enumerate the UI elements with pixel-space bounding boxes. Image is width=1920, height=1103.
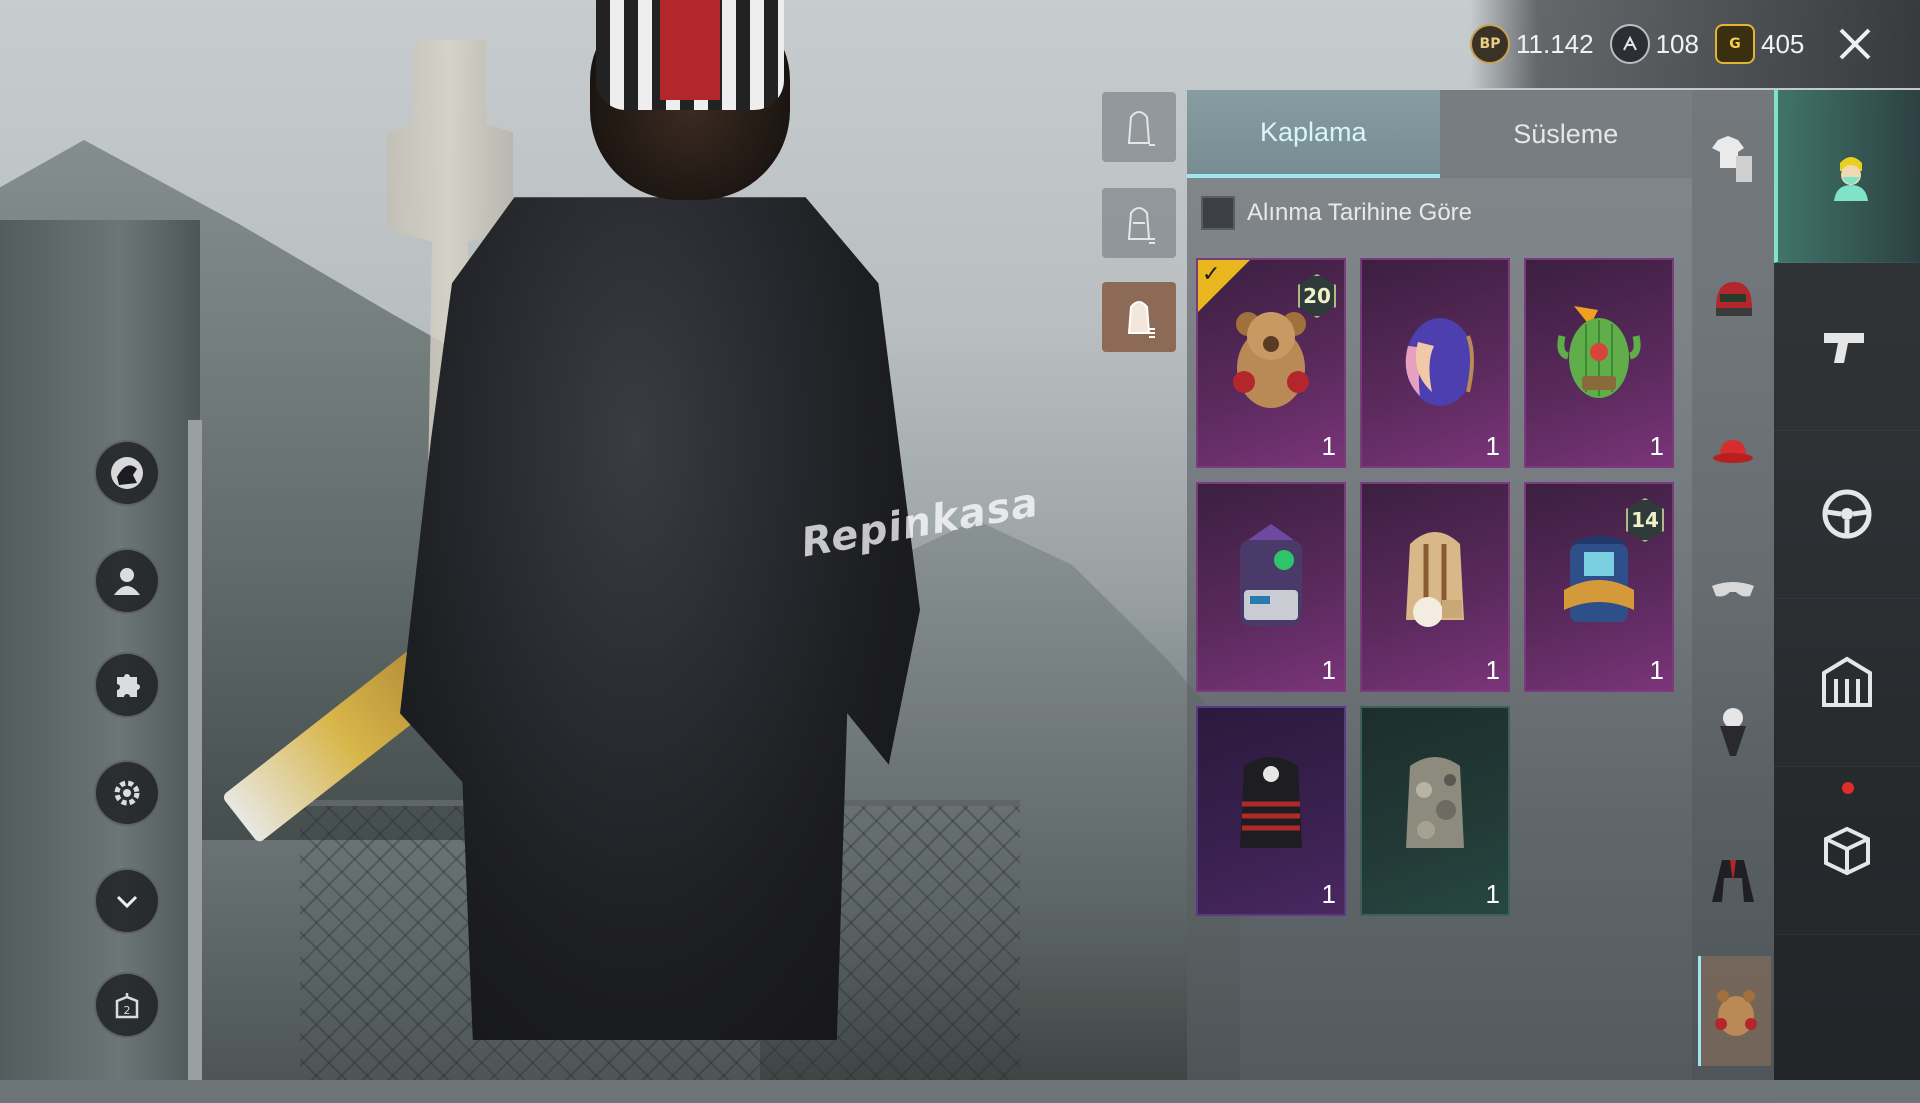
item-quantity: 1 — [1321, 431, 1336, 461]
item-ornate-backpack[interactable]: 14 1 — [1524, 482, 1674, 692]
hat-icon — [1713, 440, 1753, 463]
clothes-icon — [1712, 136, 1752, 182]
helmet-icon — [1716, 282, 1752, 316]
puzzle-button[interactable] — [94, 652, 160, 718]
g-coin-icon: G — [1714, 24, 1755, 64]
nav-storage[interactable] — [1774, 598, 1920, 767]
g-amount: 405 — [1760, 28, 1805, 59]
item-mech-backpack[interactable]: 1 — [1196, 482, 1346, 692]
bear-backpack-icon — [1233, 312, 1309, 408]
item-quantity: 1 — [1649, 655, 1664, 685]
ag-coin-icon — [1609, 24, 1650, 64]
steering-wheel-icon — [1822, 489, 1872, 539]
close-button[interactable] — [1830, 19, 1880, 69]
jacket-icon — [1712, 860, 1754, 902]
item-quantity: 1 — [1485, 879, 1500, 909]
item-quantity: 1 — [1321, 879, 1336, 909]
outfit-slot-helmet[interactable] — [1698, 266, 1768, 336]
item-quantity: 1 — [1485, 655, 1500, 685]
outfit-category-column — [1692, 90, 1774, 1080]
user-icon — [114, 568, 140, 595]
item-cactus-backpack[interactable]: 1 — [1524, 258, 1674, 468]
outfit-slot-hat[interactable] — [1698, 416, 1768, 486]
red-black-backpack-icon — [1240, 757, 1302, 848]
item-beige-backpack[interactable]: 1 — [1360, 482, 1510, 692]
puzzle-icon — [117, 674, 140, 697]
backpack-level3-tab[interactable] — [1102, 282, 1176, 352]
currency-bar: BP 11.142 108 G 405 — [1470, 0, 1920, 88]
main-nav — [1774, 90, 1920, 1103]
warehouse-icon — [1822, 656, 1872, 707]
item-red-black-backpack[interactable]: 1 — [1196, 706, 1346, 916]
nav-weapons[interactable] — [1774, 262, 1920, 431]
nav-crates[interactable] — [1774, 766, 1920, 935]
backpack-level2-tab[interactable] — [1102, 188, 1176, 258]
backpack-outline-icon — [1127, 111, 1155, 146]
collapse-button[interactable] — [94, 868, 160, 934]
checkmark-icon: ✓ — [1202, 262, 1221, 287]
sort-label: Alınma Tarihine Göre — [1247, 199, 1472, 226]
backpack-outline-icon — [1127, 301, 1155, 338]
camo-backpack-icon — [1406, 757, 1464, 848]
item-bear-backpack[interactable]: ✓ 20 1 — [1196, 258, 1346, 468]
sort-row: Alınma Tarihine Göre — [1187, 178, 1692, 248]
nav-vehicles[interactable] — [1774, 430, 1920, 599]
beige-backpack-icon — [1406, 532, 1464, 627]
helmet-stripe — [660, 0, 720, 100]
glasses-icon — [1712, 582, 1754, 597]
notification-dot — [1842, 782, 1854, 794]
nav-extra[interactable] — [1774, 934, 1920, 1103]
outfit-slot-mask[interactable] — [1698, 696, 1768, 766]
lamp-pole — [188, 420, 202, 1080]
item-camo-backpack[interactable]: 1 — [1360, 706, 1510, 916]
ag-amount: 108 — [1655, 28, 1699, 59]
outfit-slot-glasses[interactable] — [1698, 556, 1768, 626]
backpack-outline-icon — [1127, 207, 1155, 244]
ag-currency: 108 — [1609, 24, 1699, 64]
bp-amount: 11.142 — [1516, 28, 1594, 59]
outfit-slot-number: 2 — [124, 1004, 131, 1017]
sort-checkbox[interactable] — [1201, 196, 1235, 230]
close-icon — [1839, 28, 1871, 60]
outfit-slot-button[interactable]: 2 — [94, 972, 160, 1038]
feather-egg-backpack-icon — [1405, 318, 1474, 406]
gear-icon — [114, 780, 140, 806]
tab-susleme[interactable]: Süsleme — [1439, 90, 1692, 178]
building — [0, 220, 200, 1080]
outfit-slot-backpack[interactable] — [1698, 956, 1771, 1066]
item-quantity: 1 — [1485, 431, 1500, 461]
bp-currency: BP 11.142 — [1470, 24, 1594, 64]
g-currency: G 405 — [1714, 24, 1805, 64]
outfit-slot-icon: 2 — [115, 993, 139, 1019]
profile-button[interactable] — [94, 440, 160, 506]
character-button[interactable] — [94, 548, 160, 614]
item-feather-egg-backpack[interactable]: 1 — [1360, 258, 1510, 468]
profile-icon — [111, 457, 143, 489]
mask-icon — [1720, 708, 1746, 756]
nav-character[interactable] — [1774, 90, 1920, 263]
panel-tabs: Kaplama Süsleme — [1187, 90, 1692, 178]
settings-button[interactable] — [94, 760, 160, 826]
item-quantity: 1 — [1321, 655, 1336, 685]
character-icon — [1834, 157, 1868, 201]
outfit-slot-clothes[interactable] — [1698, 124, 1768, 194]
pistol-icon — [1824, 333, 1864, 363]
backpack-level1-tab[interactable] — [1102, 92, 1176, 162]
inventory-panel: Kaplama Süsleme Alınma Tarihine Göre ✓ 2… — [1187, 90, 1692, 1080]
bp-coin-icon: BP — [1470, 24, 1510, 64]
tab-kaplama[interactable]: Kaplama — [1187, 90, 1440, 178]
ornate-backpack-icon — [1564, 536, 1634, 622]
cactus-backpack-icon — [1557, 306, 1641, 398]
backpack-icon — [1715, 990, 1757, 1036]
chevron-down-icon — [116, 895, 138, 909]
item-quantity: 1 — [1649, 431, 1664, 461]
outfit-slot-jacket[interactable] — [1698, 846, 1768, 916]
box-icon — [1824, 826, 1870, 876]
mech-backpack-icon — [1240, 524, 1302, 626]
